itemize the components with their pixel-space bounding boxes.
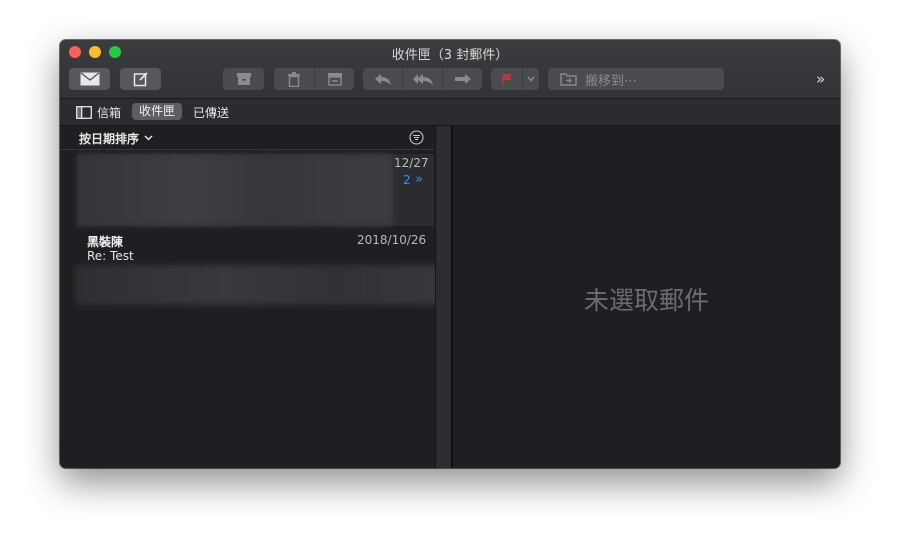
reply-segment: [363, 68, 482, 90]
move-to-label: 搬移到⋯: [585, 73, 638, 89]
sidebar-icon: [76, 106, 92, 119]
archive-button[interactable]: [223, 68, 264, 90]
archive-icon: [236, 73, 251, 85]
inbox-favorite-button[interactable]: 收件匣: [132, 103, 183, 120]
flag-segment: [491, 68, 539, 90]
reply-icon: [374, 74, 391, 85]
list-item[interactable]: 12/27 2 »: [77, 154, 434, 226]
message-list: 按日期排序 12/27 2 » 黑裝陳 2018/10/26 Re: Test: [60, 126, 447, 468]
message-preview-pane: 未選取郵件: [453, 126, 840, 468]
message-sender: 黑裝陳: [87, 235, 124, 249]
message-date: 2018/10/26: [357, 233, 427, 247]
move-to-button[interactable]: 搬移到⋯: [548, 68, 724, 90]
redacted-preview: [75, 265, 447, 305]
message-subject: Re: Test: [87, 249, 134, 263]
mailboxes-label: 信箱: [97, 106, 122, 120]
list-item[interactable]: 黑裝陳 2018/10/26 Re: Test: [60, 227, 447, 305]
move-to-mailbox-icon: [560, 73, 577, 86]
window-title: 收件匣（3 封郵件）: [391, 48, 509, 63]
toolbar: 收件匣（3 封郵件） 搬移到⋯ »: [60, 40, 840, 99]
favorites-bar: 信箱 收件匣 已傳送: [60, 99, 840, 126]
compose-icon: [133, 72, 148, 87]
forward-icon: [454, 74, 471, 84]
get-mail-button[interactable]: [69, 68, 110, 90]
flag-menu-button[interactable]: [523, 68, 539, 90]
chevron-down-icon: [144, 135, 153, 141]
junk-button[interactable]: [315, 68, 354, 90]
flag-button[interactable]: [491, 68, 522, 90]
mailboxes-button[interactable]: 信箱: [76, 104, 121, 121]
thread-expand-icon[interactable]: »: [415, 172, 423, 187]
reply-all-button[interactable]: [403, 68, 442, 90]
sort-bar: 按日期排序: [60, 126, 434, 150]
reply-all-icon: [412, 74, 433, 85]
sort-menu-button[interactable]: 按日期排序: [79, 130, 139, 147]
flag-icon: [501, 74, 512, 85]
trash-icon: [288, 71, 300, 87]
reply-button[interactable]: [363, 68, 402, 90]
sent-favorite-button[interactable]: 已傳送: [193, 104, 229, 121]
message-date: 12/27: [394, 156, 429, 170]
filter-icon[interactable]: [409, 130, 424, 145]
mail-window: 收件匣（3 封郵件） 搬移到⋯ » 信箱 收件匣 已傳送 按日期排序 12/27…: [60, 40, 840, 468]
chevron-down-icon: [527, 76, 535, 82]
no-message-selected-label: 未選取郵件: [583, 286, 709, 315]
delete-button[interactable]: [274, 68, 314, 90]
redacted-preview: [77, 154, 393, 226]
junk-icon: [327, 73, 342, 86]
compose-button[interactable]: [120, 68, 161, 90]
delete-junk-segment: [274, 68, 354, 90]
toolbar-overflow-button[interactable]: »: [816, 70, 825, 88]
list-scrollbar[interactable]: [435, 126, 451, 468]
forward-button[interactable]: [443, 68, 482, 90]
envelope-icon: [80, 72, 99, 86]
thread-count-badge: 2: [403, 173, 411, 187]
